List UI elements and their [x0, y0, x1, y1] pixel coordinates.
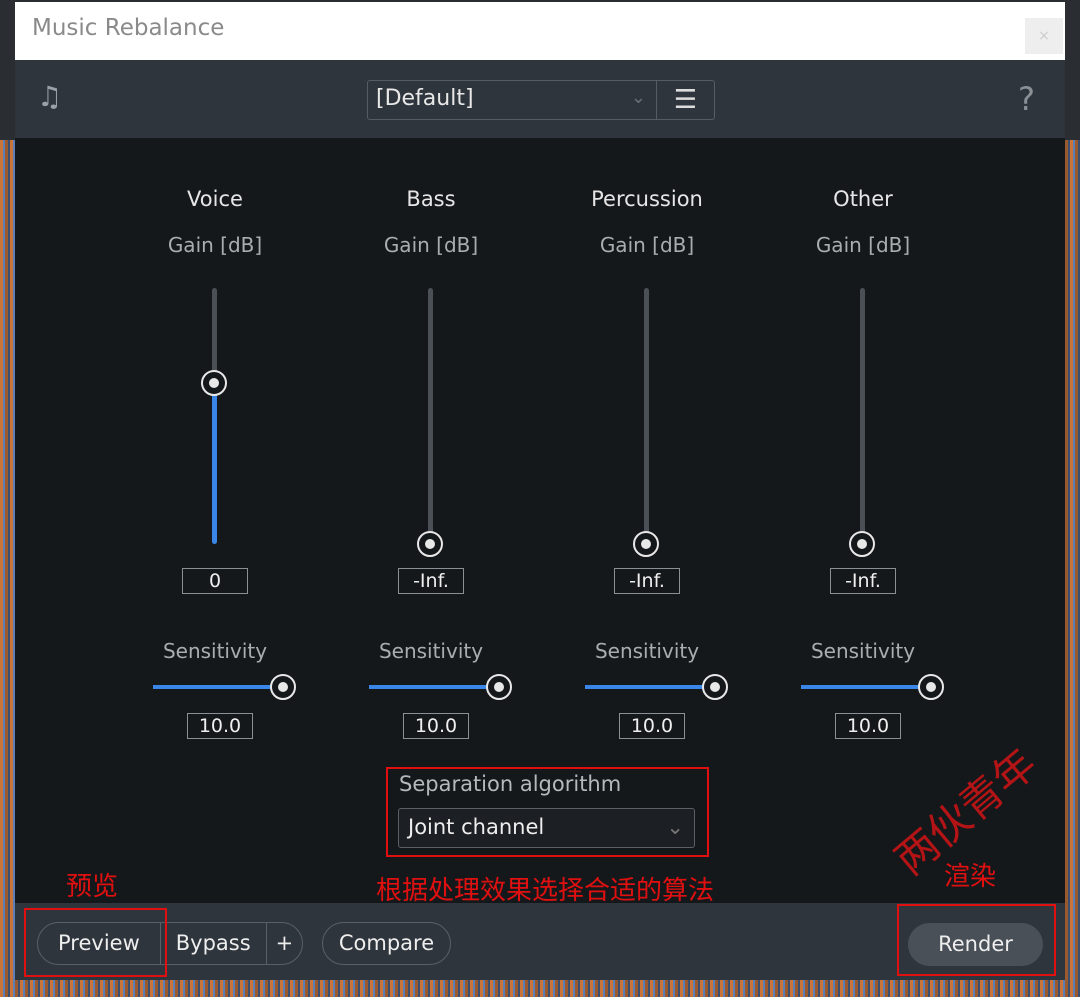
gain-value[interactable]: -Inf.: [398, 568, 464, 594]
sensitivity-value[interactable]: 10.0: [187, 713, 253, 739]
sensitivity-slider[interactable]: [801, 674, 944, 700]
window-title: Music Rebalance: [32, 15, 225, 41]
gain-slider-fill: [212, 382, 217, 544]
sensitivity-label: Sensitivity: [378, 639, 484, 663]
channel-name: Bass: [406, 187, 456, 211]
gain-value[interactable]: -Inf.: [614, 568, 680, 594]
gain-slider-knob[interactable]: [417, 531, 443, 557]
sensitivity-slider-fill: [585, 685, 715, 689]
channel-other: Other Gain [dB] -Inf. Sensitivity 10.0: [763, 187, 963, 739]
sensitivity-value[interactable]: 10.0: [403, 713, 469, 739]
annotation-box-render: [897, 904, 1056, 976]
gain-slider[interactable]: [633, 288, 659, 557]
sensitivity-value[interactable]: 10.0: [619, 713, 685, 739]
gain-label: Gain [dB]: [815, 233, 911, 257]
gain-slider-knob[interactable]: [849, 531, 875, 557]
gain-slider-knob[interactable]: [633, 531, 659, 557]
channel-voice: Voice Gain [dB] 0 Sensitivity 10.0: [115, 187, 315, 739]
gain-slider[interactable]: [849, 288, 875, 557]
sensitivity-slider-fill: [801, 685, 931, 689]
channel-name: Percussion: [591, 187, 703, 211]
title-bar: Music Rebalance ×: [15, 2, 1065, 60]
chevron-down-icon: ⌄: [630, 87, 646, 108]
sensitivity-slider-knob[interactable]: [918, 674, 944, 700]
sensitivity-label: Sensitivity: [810, 639, 916, 663]
bypass-button[interactable]: Bypass: [161, 923, 267, 964]
sensitivity-slider[interactable]: [153, 674, 296, 700]
gain-value[interactable]: -Inf.: [830, 568, 896, 594]
music-note-icon: ♫: [37, 80, 63, 113]
channel-name: Voice: [187, 187, 243, 211]
sensitivity-slider[interactable]: [369, 674, 512, 700]
channel-name: Other: [833, 187, 893, 211]
gain-label: Gain [dB]: [167, 233, 263, 257]
close-button[interactable]: ×: [1025, 18, 1063, 54]
sensitivity-slider-fill: [153, 685, 283, 689]
channel-percussion: Percussion Gain [dB] -Inf. Sensitivity 1…: [547, 187, 747, 739]
gain-slider[interactable]: [417, 288, 443, 557]
gain-label: Gain [dB]: [599, 233, 695, 257]
sensitivity-slider-knob[interactable]: [702, 674, 728, 700]
annotation-box-preview: [24, 908, 167, 977]
sensitivity-label: Sensitivity: [162, 639, 268, 663]
plus-button[interactable]: +: [267, 923, 303, 964]
preset-value: [Default]: [376, 86, 474, 111]
sensitivity-value[interactable]: 10.0: [835, 713, 901, 739]
annotation-render: 渲染: [944, 862, 997, 892]
sensitivity-label: Sensitivity: [594, 639, 700, 663]
sensitivity-slider-knob[interactable]: [486, 674, 512, 700]
gain-slider[interactable]: [201, 288, 227, 544]
annotation-algorithm: 根据处理效果选择合适的算法: [376, 876, 715, 906]
hamburger-icon[interactable]: ☰: [656, 81, 714, 119]
annotation-preview: 预览: [66, 872, 119, 902]
compare-button[interactable]: Compare: [322, 922, 451, 965]
toolbar: ♫ [Default] ⌄ ☰ ?: [15, 60, 1065, 138]
gain-slider-knob[interactable]: [201, 369, 227, 396]
gain-label: Gain [dB]: [383, 233, 479, 257]
channel-bass: Bass Gain [dB] -Inf. Sensitivity 10.0: [331, 187, 531, 739]
annotation-box-algorithm: [386, 767, 709, 857]
help-button[interactable]: ?: [1018, 80, 1035, 118]
preset-dropdown[interactable]: [Default] ⌄ ☰: [367, 80, 715, 120]
sensitivity-slider-fill: [369, 685, 499, 689]
sensitivity-slider-knob[interactable]: [270, 674, 296, 700]
sensitivity-slider[interactable]: [585, 674, 728, 700]
gain-value[interactable]: 0: [182, 568, 248, 594]
